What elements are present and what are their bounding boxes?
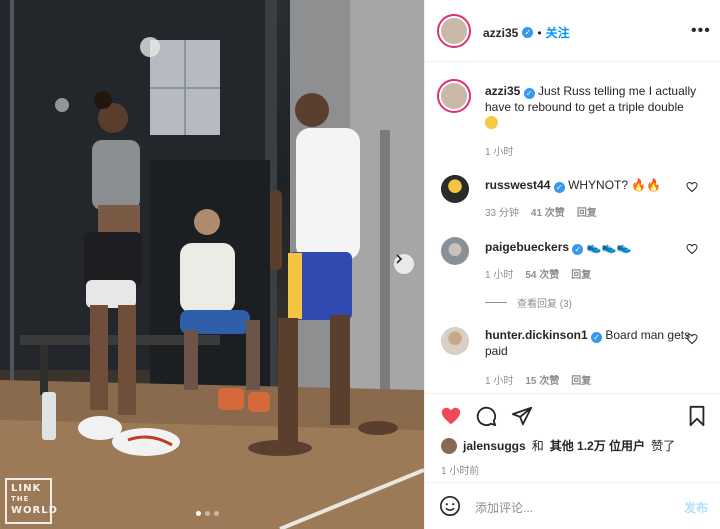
- likes-others-count[interactable]: 其他 1.2万 位用户: [550, 437, 645, 454]
- comment-time[interactable]: 1 小时: [485, 266, 513, 281]
- comment-like-count[interactable]: 41 次赞: [531, 204, 565, 219]
- post-header: azzi35 ✓ • 关注 •••: [425, 0, 720, 62]
- commenter-avatar[interactable]: [441, 327, 469, 355]
- liker-username[interactable]: jalensuggs: [463, 439, 526, 453]
- verified-badge-icon: ✓: [591, 332, 603, 343]
- carousel-dot: [214, 511, 219, 516]
- bookmark-icon[interactable]: [687, 405, 707, 427]
- watermark-line: THE: [11, 495, 30, 503]
- caption-meta: 1 小时: [485, 143, 513, 158]
- watermark-line: LINK: [11, 483, 42, 494]
- add-comment-bar: 添加评论... 发布: [425, 482, 720, 529]
- comment-text: hunter.dickinson1 ✓ Board man gets paid: [485, 327, 697, 359]
- comment-meta: 1 小时 15 次赞 回复: [485, 372, 591, 387]
- caption-avatar[interactable]: [437, 79, 471, 113]
- post-actions: jalensuggs 和 其他 1.2万 位用户 赞了 1 小时前: [425, 393, 720, 481]
- author-username[interactable]: azzi35: [483, 26, 518, 40]
- more-options-icon[interactable]: •••: [691, 22, 711, 40]
- comment-like-heart-icon[interactable]: [686, 333, 698, 345]
- comment-time[interactable]: 33 分钟: [485, 204, 519, 219]
- likes-conjunction: 和: [531, 439, 544, 453]
- reply-button[interactable]: 回复: [577, 204, 597, 219]
- likes-summary: jalensuggs 和 其他 1.2万 位用户 赞了: [441, 437, 675, 454]
- follow-button[interactable]: 关注: [546, 24, 570, 41]
- comment-meta: 33 分钟 41 次赞 回复: [485, 204, 597, 219]
- comment-text: paigebueckers ✓ 👟👟👟: [485, 239, 697, 255]
- comment-icon[interactable]: [475, 405, 497, 427]
- next-photo-button[interactable]: [394, 254, 414, 274]
- post-time[interactable]: 1 小时前: [441, 462, 479, 477]
- carousel-indicator: [196, 511, 219, 516]
- carousel-dot: [196, 511, 201, 516]
- fire-emoji-icon: 🔥: [646, 178, 662, 192]
- heart-icon[interactable]: [439, 405, 463, 427]
- share-icon[interactable]: [511, 405, 533, 427]
- running-shoe-emoji-icon: 👟: [616, 240, 632, 254]
- comment-meta: 1 小时 54 次赞 回复: [485, 266, 591, 281]
- verified-badge-icon: ✓: [523, 88, 535, 99]
- commenter-avatar[interactable]: [441, 175, 469, 203]
- separator-dot: •: [537, 25, 542, 40]
- view-replies-label: 查看回复 (3): [517, 299, 572, 310]
- caption-time[interactable]: 1 小时: [485, 143, 513, 158]
- commenter-avatar[interactable]: [441, 237, 469, 265]
- post-comment-button[interactable]: 发布: [684, 499, 708, 516]
- reply-button[interactable]: 回复: [571, 266, 591, 281]
- caption-text: azzi35 ✓ Just Russ telling me I actually…: [485, 83, 697, 131]
- reply-button[interactable]: 回复: [571, 372, 591, 387]
- running-shoe-emoji-icon: 👟: [586, 240, 602, 254]
- verified-badge-icon: ✓: [522, 27, 534, 38]
- smiling-face-emoji-icon: [485, 116, 498, 129]
- running-shoe-emoji-icon: 👟: [601, 240, 617, 254]
- author-avatar[interactable]: [437, 14, 471, 48]
- photo-illustration: [0, 0, 424, 529]
- comment-text: russwest44 ✓ WHYNOT? 🔥🔥: [485, 177, 697, 193]
- fire-emoji-icon: 🔥: [631, 178, 647, 192]
- post-side-panel: azzi35 ✓ • 关注 ••• azzi35 ✓ Just Russ tel…: [424, 0, 720, 529]
- comments-list[interactable]: azzi35 ✓ Just Russ telling me I actually…: [425, 63, 720, 393]
- emoji-picker-icon[interactable]: [439, 495, 461, 517]
- commenter-username[interactable]: paigebueckers: [485, 240, 569, 254]
- view-replies-button[interactable]: 查看回复 (3): [485, 295, 572, 310]
- comment-like-count[interactable]: 54 次赞: [525, 266, 559, 281]
- comment-like-count[interactable]: 15 次赞: [525, 372, 559, 387]
- commenter-username[interactable]: hunter.dickinson1: [485, 328, 588, 342]
- comment-input[interactable]: 添加评论...: [475, 499, 533, 516]
- replies-divider: [485, 302, 507, 303]
- carousel-dot: [205, 511, 210, 516]
- commenter-username[interactable]: russwest44: [485, 178, 550, 192]
- verified-badge-icon: ✓: [553, 182, 565, 193]
- comment-like-heart-icon[interactable]: [686, 243, 698, 255]
- comment-body: WHYNOT?: [568, 178, 629, 192]
- comment-like-heart-icon[interactable]: [686, 181, 698, 193]
- likes-suffix: 赞了: [651, 439, 676, 453]
- verified-badge-icon: ✓: [572, 244, 584, 255]
- chevron-right-icon: [396, 254, 403, 264]
- post-photo[interactable]: LINK THE WORLD: [0, 0, 424, 529]
- comment-time[interactable]: 1 小时: [485, 372, 513, 387]
- author-line: azzi35 ✓ • 关注: [483, 24, 570, 41]
- watermark-logo: LINK THE WORLD: [5, 478, 58, 524]
- caption-username[interactable]: azzi35: [485, 84, 520, 98]
- watermark-line: WORLD: [11, 505, 58, 516]
- liker-avatar[interactable]: [441, 437, 457, 454]
